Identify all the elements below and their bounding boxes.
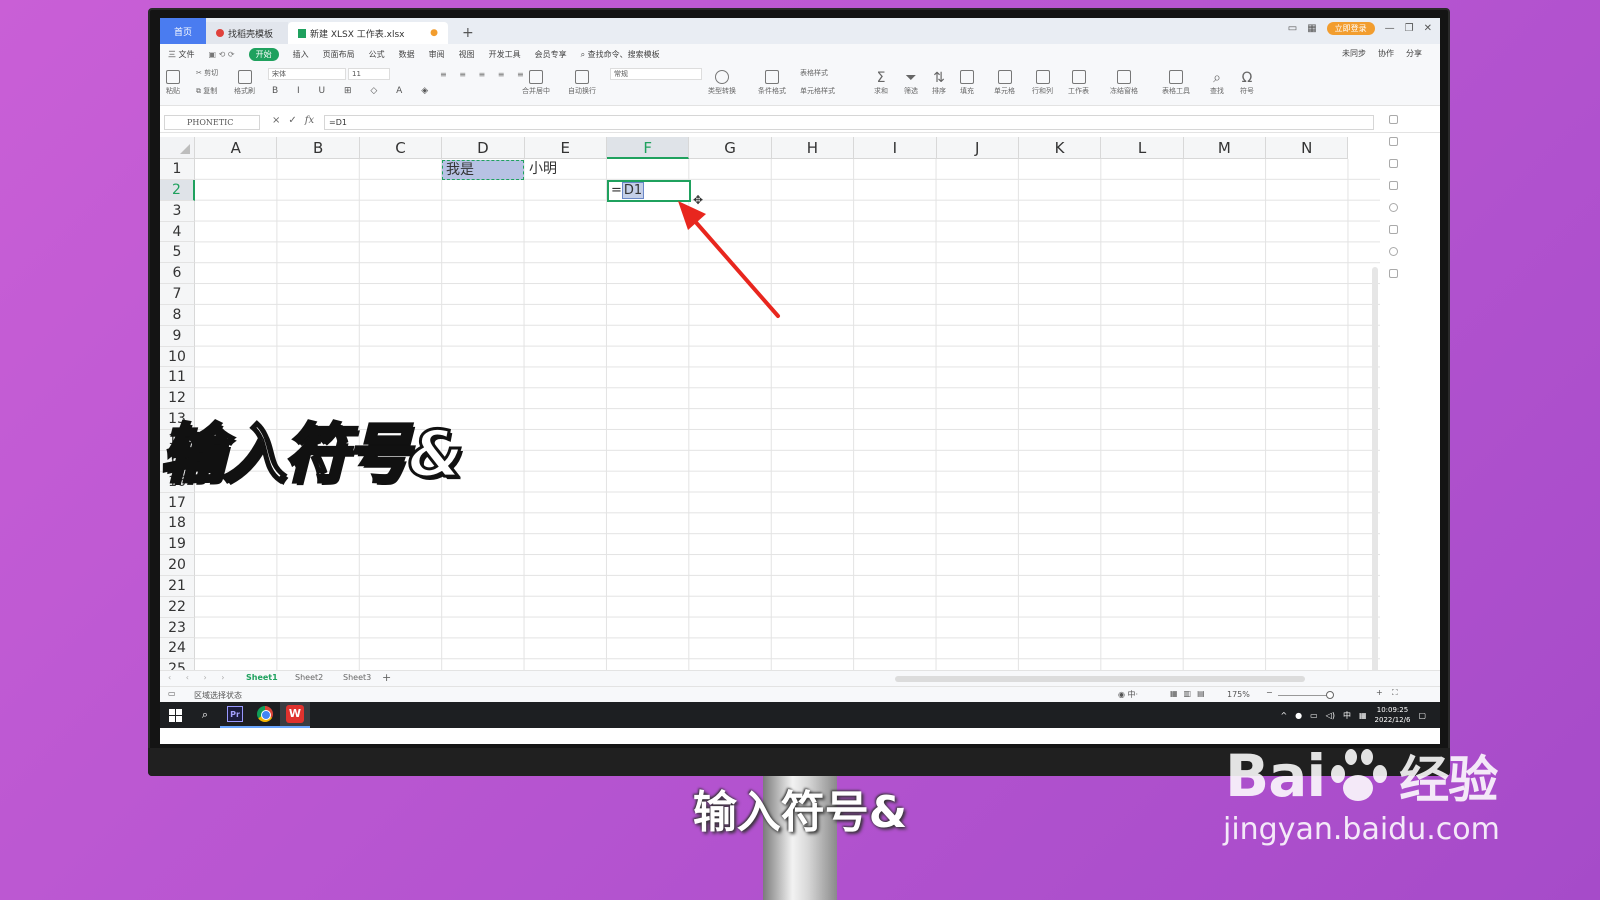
watermark-url: jingyan.baidu.com bbox=[1223, 812, 1500, 847]
baidu-watermark: Bai 经验 jingyan.baidu.com bbox=[1223, 740, 1500, 847]
overlay-title: 输入符号& bbox=[159, 417, 466, 494]
arrow-head bbox=[678, 201, 706, 230]
watermark-brand-b: 经验 bbox=[1399, 751, 1498, 809]
watermark-brand-a: Bai bbox=[1225, 742, 1326, 810]
paw-icon bbox=[1327, 745, 1389, 807]
watermark-logo: Bai 经验 bbox=[1225, 740, 1500, 812]
arrow-shaft bbox=[691, 217, 780, 318]
